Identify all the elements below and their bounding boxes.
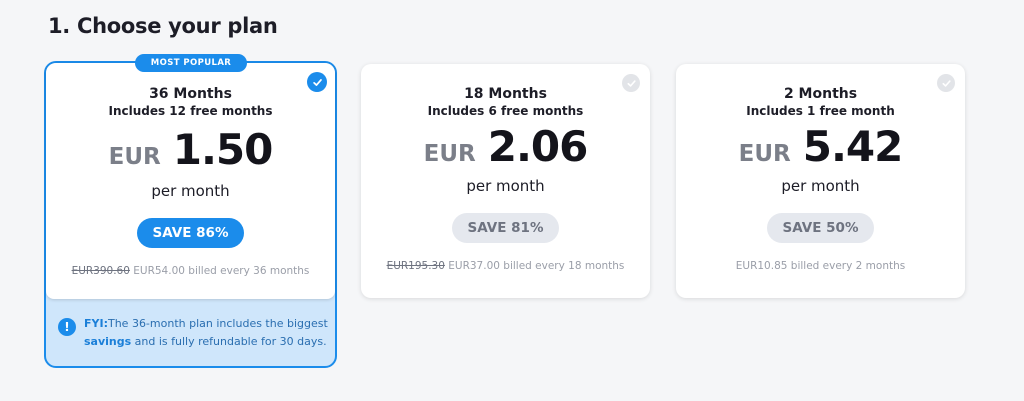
- plan-term: 18 Months: [464, 86, 547, 102]
- price-period: per month: [466, 177, 545, 195]
- plan-card-36-months[interactable]: MOST POPULAR 36 Months Includes 12 free …: [46, 54, 335, 299]
- billed-amount: EUR37.00 billed every 18 months: [448, 260, 625, 272]
- fyi-text-2: and is fully refundable for 30 days.: [131, 335, 327, 348]
- plan-term: 2 Months: [783, 86, 858, 102]
- plan-includes: Includes 12 free months: [108, 104, 273, 118]
- price-period: per month: [781, 177, 860, 195]
- price-period: per month: [151, 182, 230, 200]
- save-badge: SAVE 50%: [766, 213, 875, 243]
- price-currency: EUR: [738, 141, 791, 167]
- fyi-bold: savings: [84, 335, 132, 348]
- plan-includes: Includes 1 free month: [746, 104, 895, 118]
- plan-card-36-months-container[interactable]: MOST POPULAR 36 Months Includes 12 free …: [44, 54, 337, 368]
- price-amount: 1.50: [172, 125, 274, 174]
- fyi-note: ! FYI:The 36-month plan includes the big…: [58, 315, 328, 351]
- fyi-text-1: The 36-month plan includes the biggest: [107, 317, 328, 330]
- plan-term: 36 Months: [149, 86, 232, 102]
- price-amount: 2.06: [487, 122, 589, 171]
- fyi-label: FYI:: [84, 317, 108, 330]
- price-currency: EUR: [108, 144, 161, 170]
- plan-card-18-months[interactable]: 18 Months Includes 6 free months EUR 2.0…: [361, 64, 650, 298]
- billing-info: EUR390.60 EUR54.00 billed every 36 month…: [46, 265, 335, 277]
- save-badge: SAVE 81%: [451, 213, 560, 243]
- billed-amount: EUR54.00 billed every 36 months: [133, 265, 310, 277]
- price-currency: EUR: [423, 141, 476, 167]
- billed-amount: EUR10.85 billed every 2 months: [735, 260, 906, 272]
- plan-includes: Includes 6 free months: [427, 104, 584, 118]
- save-badge: SAVE 86%: [136, 218, 245, 248]
- original-price: EUR390.60: [71, 265, 130, 277]
- price-amount: 5.42: [802, 122, 904, 171]
- info-circle-icon: !: [58, 318, 76, 336]
- section-heading: 1. Choose your plan: [48, 14, 278, 38]
- original-price: EUR195.30: [386, 260, 445, 272]
- billing-info: EUR195.30 EUR37.00 billed every 18 month…: [361, 260, 650, 272]
- plan-card-2-months[interactable]: 2 Months Includes 1 free month EUR 5.42 …: [676, 64, 965, 298]
